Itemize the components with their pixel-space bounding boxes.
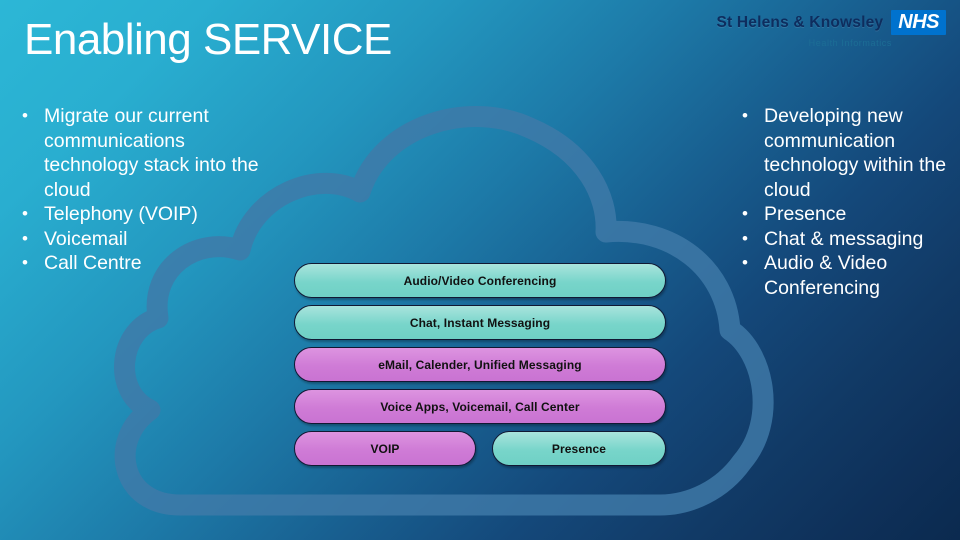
list-item-label: Call Centre — [44, 252, 142, 274]
service-stack-row: Chat, Instant Messaging — [294, 305, 666, 340]
nhs-logo-row: St Helens & Knowsley NHS — [716, 10, 946, 35]
bullet-marker-icon: • — [742, 228, 748, 248]
list-item-label: Audio & Video Conferencing — [764, 252, 888, 299]
service-stack-row: Audio/Video Conferencing — [294, 263, 666, 298]
list-item: • Call Centre — [22, 251, 272, 276]
list-item-label: Developing new communication technology … — [764, 105, 947, 201]
list-item-label: Telephony (VOIP) — [44, 203, 198, 225]
bullet-marker-icon: • — [22, 228, 28, 248]
nhs-trust-name: St Helens & Knowsley — [716, 13, 884, 31]
list-item-label: Chat & messaging — [764, 227, 924, 250]
nhs-wordmark-icon: NHS — [891, 10, 946, 35]
bullet-list-right: • Developing new communication technolog… — [742, 104, 958, 300]
service-stack: Audio/Video Conferencing Chat, Instant M… — [294, 263, 666, 473]
nhs-logo: St Helens & Knowsley NHS Health Informat… — [716, 10, 946, 48]
service-pill-audio-video-conferencing[interactable]: Audio/Video Conferencing — [294, 263, 666, 298]
list-item: • Presence — [742, 202, 958, 227]
bullet-marker-icon: • — [742, 253, 748, 272]
list-item: • Chat & messaging — [742, 227, 958, 252]
bullet-marker-icon: • — [22, 204, 28, 223]
bullet-marker-icon: • — [22, 253, 28, 272]
slide-canvas: Enabling SERVICE St Helens & Knowsley NH… — [0, 0, 960, 540]
list-item: • Audio & Video Conferencing — [742, 251, 958, 300]
bullet-marker-icon: • — [22, 106, 28, 125]
service-pill-chat-instant-messaging[interactable]: Chat, Instant Messaging — [294, 305, 666, 340]
bullet-marker-icon: • — [742, 204, 748, 223]
list-item: • Voicemail — [22, 227, 272, 252]
list-item-label: Presence — [764, 203, 847, 225]
bullet-list-left: • Migrate our current communications tec… — [22, 104, 272, 276]
list-item: • Telephony (VOIP) — [22, 202, 272, 227]
service-stack-row: Voice Apps, Voicemail, Call Center — [294, 389, 666, 424]
service-pill-presence[interactable]: Presence — [492, 431, 666, 466]
list-item-label: Migrate our current communications techn… — [44, 105, 259, 201]
service-pill-email-calender-unified-messaging[interactable]: eMail, Calender, Unified Messaging — [294, 347, 666, 382]
service-pill-voip[interactable]: VOIP — [294, 431, 476, 466]
service-stack-row: eMail, Calender, Unified Messaging — [294, 347, 666, 382]
bullet-marker-icon: • — [742, 106, 748, 125]
list-item-label: Voicemail — [44, 227, 128, 250]
nhs-sub-label: Health Informatics — [808, 38, 892, 48]
list-item: • Migrate our current communications tec… — [22, 104, 272, 202]
list-item: • Developing new communication technolog… — [742, 104, 958, 202]
page-title: Enabling SERVICE — [24, 15, 392, 64]
service-stack-row: VOIP Presence — [294, 431, 666, 466]
service-pill-voice-apps-voicemail-call-center[interactable]: Voice Apps, Voicemail, Call Center — [294, 389, 666, 424]
